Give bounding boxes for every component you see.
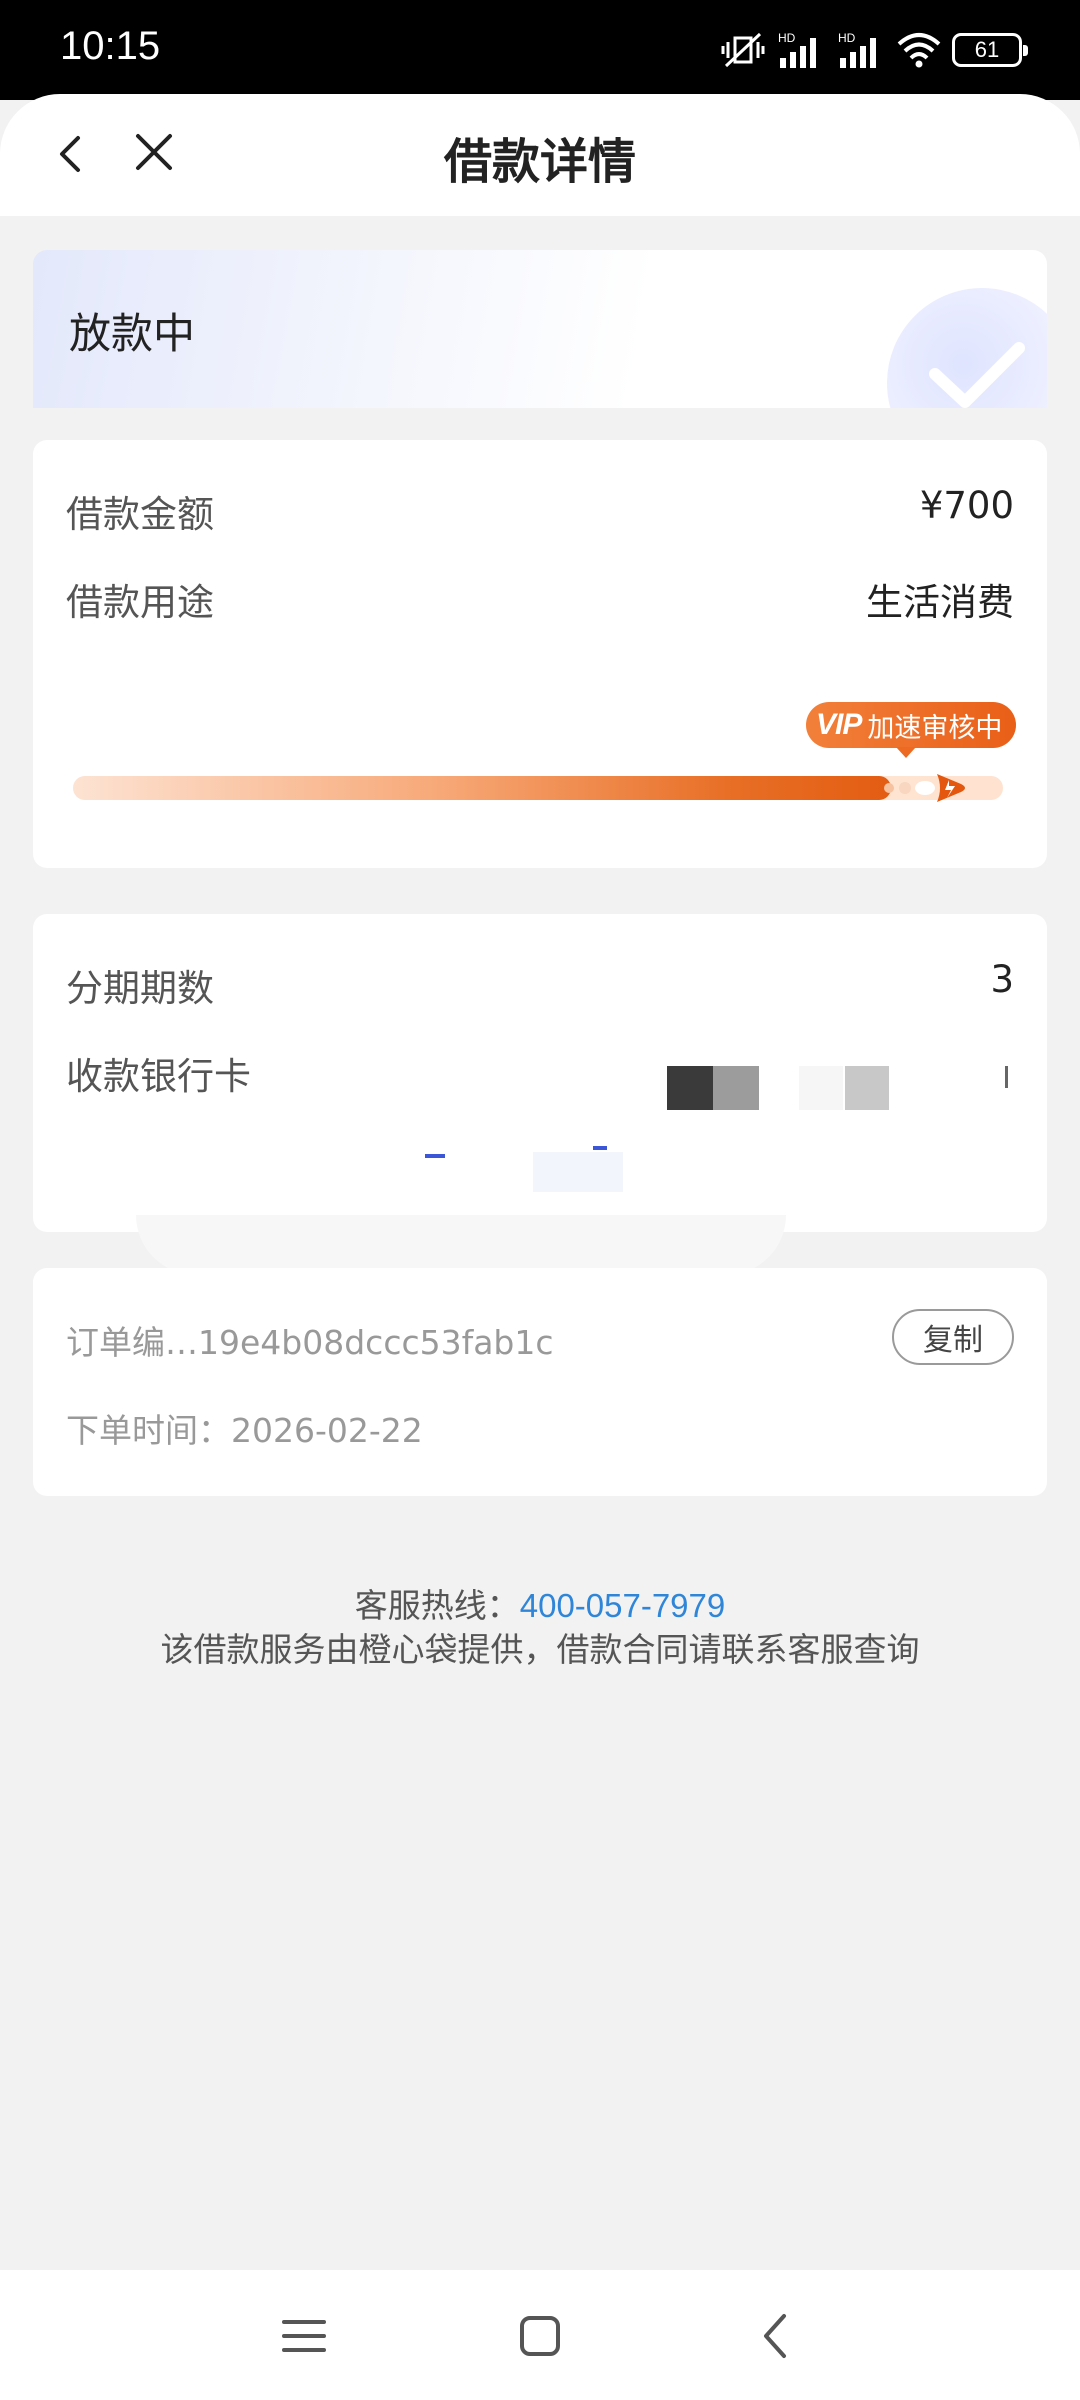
redacted-block [799,1066,843,1110]
purpose-value: 生活消费 [866,581,1014,624]
status-bar: 10:15 HD HD 61 [0,0,1080,100]
order-time: 下单时间：2026-02-22 [66,1411,423,1450]
check-icon [887,288,1047,408]
signal-icon-1: HD [778,31,816,68]
bank-card-label: 收款银行卡 [66,1055,251,1098]
copy-button[interactable]: 复制 [892,1309,1014,1365]
redacted-block [667,1066,713,1110]
home-icon[interactable] [512,2308,568,2364]
loan-progress-bar [73,776,1003,800]
vip-label: VIP [816,708,862,741]
provider-note: 该借款服务由橙心袋提供，借款合同请联系客服查询 [160,1630,920,1669]
purpose-label: 借款用途 [66,581,214,624]
redacted-block [425,1154,445,1158]
amount-row: 借款金额 ¥700 [66,484,1014,538]
signal-label-2: HD [838,31,856,45]
signal-label-1: HD [778,31,796,45]
battery-icon: 61 [952,33,1028,67]
redacted-block [593,1146,607,1150]
periods-label: 分期期数 [66,967,214,1010]
battery-level: 61 [974,37,1000,62]
loan-amount-card: 借款金额 ¥700 借款用途 生活消费 VIP 加速审核中 [33,440,1047,868]
loan-status-text: 放款中 [69,309,196,358]
redacted-block [136,1215,786,1275]
status-icons: HD HD 61 [720,26,1028,74]
vip-review-badge: VIP 加速审核中 [806,702,1017,758]
service-info: 客服热线：400-057-7979 该借款服务由橙心袋提供，借款合同请联系客服查… [0,1584,1080,1672]
installment-card: 分期期数 3 收款银行卡 [33,914,1047,1232]
hotline-line: 客服热线：400-057-7979 [0,1584,1080,1628]
vip-badge-text: 加速审核中 [867,712,1003,744]
system-nav-bar [0,2270,1080,2400]
periods-row: 分期期数 3 [66,958,1014,1012]
redacted-block [1005,1066,1008,1088]
loan-status-card: 放款中 [33,250,1047,408]
back-nav-icon[interactable] [748,2308,804,2364]
amount-label: 借款金额 [66,493,214,536]
vibrate-mute-icon [721,32,765,68]
page-header: 借款详情 [0,94,1080,216]
redacted-block [713,1066,759,1110]
order-number: 订单编…19e4b08dccc53fab1c [66,1323,554,1362]
loan-progress-fill [73,776,892,800]
hotline-label: 客服热线： [354,1586,520,1625]
rocket-icon [884,774,965,802]
signal-icon-2: HD [838,31,876,68]
wifi-icon [897,33,941,68]
periods-value: 3 [990,958,1014,1001]
hotline-number-link[interactable]: 400-057-7979 [520,1587,726,1624]
redacted-block [533,1152,623,1192]
order-info-card: 订单编…19e4b08dccc53fab1c 复制 下单时间：2026-02-2… [33,1268,1047,1496]
redacted-block [845,1066,889,1110]
status-time: 10:15 [60,24,161,68]
purpose-row: 借款用途 生活消费 [66,572,1014,626]
menu-icon[interactable] [276,2308,332,2364]
page-title: 借款详情 [443,134,636,190]
amount-value: ¥700 [919,484,1014,527]
